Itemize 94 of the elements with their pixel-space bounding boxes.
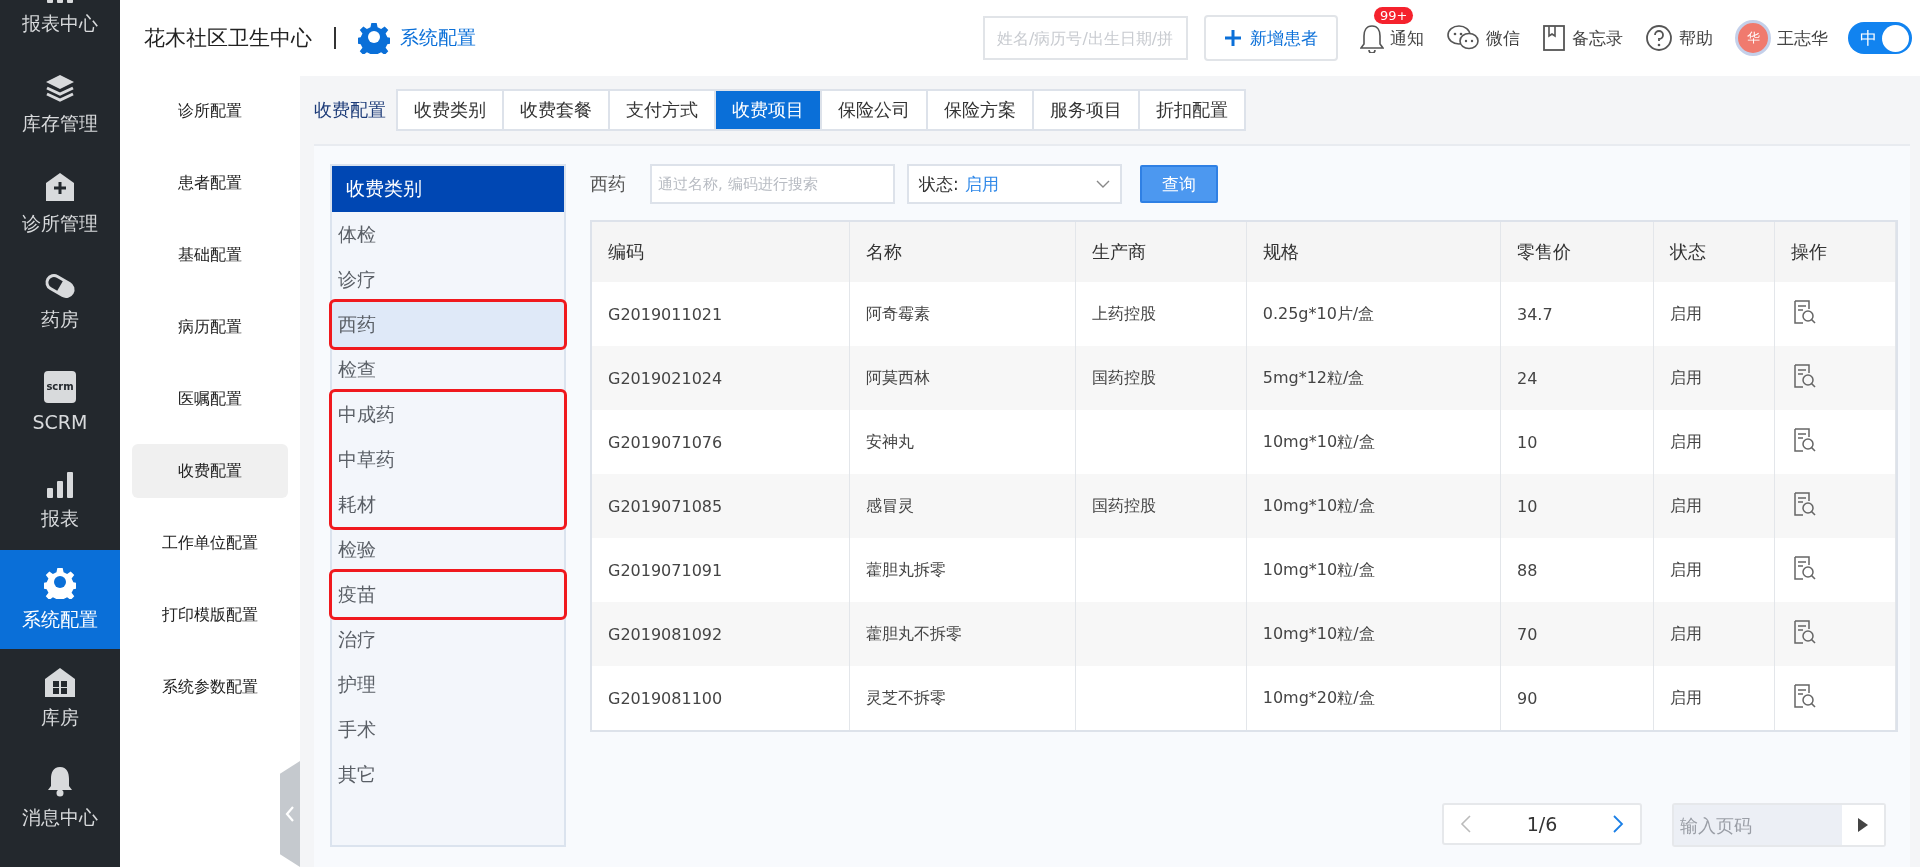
table-cell: 90 (1500, 666, 1654, 730)
layers-icon (44, 72, 76, 103)
column-header: 操作 (1774, 222, 1896, 282)
settings-menu-item[interactable]: 工作单位配置 (132, 516, 288, 570)
column-header: 编码 (592, 222, 850, 282)
column-header: 状态 (1653, 222, 1775, 282)
org-name: 花木社区卫生中心 (144, 25, 312, 52)
nav-label: 库房 (41, 704, 79, 730)
settings-menu-item[interactable]: 基础配置 (132, 228, 288, 282)
settings-menu-item[interactable]: 医嘱配置 (132, 372, 288, 426)
category-item[interactable]: 西药 (332, 302, 564, 347)
nav-item[interactable]: 消息中心 (0, 748, 120, 847)
category-item[interactable]: 其它 (332, 752, 564, 797)
column-header: 规格 (1246, 222, 1501, 282)
settings-menu-item[interactable]: 患者配置 (132, 156, 288, 210)
category-header: 收费类别 (332, 166, 564, 212)
filter-title: 西药 (590, 172, 626, 196)
bell-icon (1360, 23, 1384, 53)
chevron-down-icon (1096, 180, 1110, 188)
tab[interactable]: 折扣配置 (1138, 89, 1246, 131)
tabs-title: 收费配置 (314, 98, 386, 122)
pill-icon (43, 272, 77, 299)
toolbar-label[interactable]: 帮助 (1679, 26, 1713, 50)
book-icon (1542, 24, 1566, 52)
nav-label: 诊所管理 (22, 210, 98, 236)
category-item[interactable]: 手术 (332, 707, 564, 752)
column-header: 零售价 (1500, 222, 1654, 282)
category-item[interactable]: 治疗 (332, 617, 564, 662)
settings-menu-item[interactable]: 诊所配置 (132, 84, 288, 138)
bar-chart-icon (45, 469, 75, 498)
nav-item[interactable]: 报表中心 (0, 0, 120, 55)
tab[interactable]: 收费套餐 (502, 89, 610, 131)
settings-menu-item[interactable]: 收费配置 (132, 444, 288, 498)
settings-menu-item[interactable]: 病历配置 (132, 300, 288, 354)
nav-item[interactable]: 药房 (0, 253, 120, 352)
chat-icon (1446, 24, 1480, 52)
nav-item[interactable]: 报表 (0, 451, 120, 550)
plus-icon (1224, 29, 1242, 47)
add-patient-button[interactable]: 新增患者 (1204, 15, 1338, 61)
tab[interactable]: 保险方案 (926, 89, 1034, 131)
table-cell: 10mg*20粒/盒 (1246, 666, 1501, 730)
gear-icon (358, 22, 390, 54)
house-plus-icon (44, 170, 76, 203)
toolbar-label[interactable]: 备忘录 (1572, 26, 1623, 50)
collapse-handle[interactable] (280, 761, 300, 867)
nav-label: 报表中心 (22, 10, 98, 36)
tab[interactable]: 收费项目 (714, 89, 822, 131)
tab[interactable]: 保险公司 (820, 89, 928, 131)
tab[interactable]: 服务项目 (1032, 89, 1140, 131)
search-field[interactable]: 通过名称, 编码进行搜索 (650, 164, 895, 204)
status-select[interactable]: 状态: 启用 (907, 164, 1122, 204)
scrm-icon: scrm (44, 370, 76, 403)
help-icon (1645, 24, 1673, 52)
nav-label: SCRM (32, 410, 88, 433)
chevron-right-icon[interactable] (1612, 814, 1624, 834)
category-item[interactable]: 中成药 (332, 392, 564, 437)
language-toggle[interactable]: 中 (1848, 22, 1912, 54)
nav-item[interactable]: scrm SCRM (0, 352, 120, 451)
column-header: 名称 (849, 222, 1076, 282)
category-item[interactable]: 耗材 (332, 482, 564, 527)
chevron-left-icon (285, 805, 295, 823)
category-item[interactable]: 体检 (332, 212, 564, 257)
category-item[interactable]: 检查 (332, 347, 564, 392)
page-indicator: 1/6 (1526, 813, 1558, 835)
category-item[interactable]: 检验 (332, 527, 564, 572)
notification-badge: 99+ (1374, 7, 1414, 24)
settings-menu-item[interactable]: 系统参数配置 (132, 660, 288, 714)
category-item[interactable]: 诊疗 (332, 257, 564, 302)
tab[interactable]: 支付方式 (608, 89, 716, 131)
nav-item[interactable]: 库存管理 (0, 55, 120, 154)
settings-menu-item[interactable]: 打印模版配置 (132, 588, 288, 642)
bell-icon (46, 764, 74, 797)
table-cell: 启用 (1653, 666, 1775, 730)
category-item[interactable]: 疫苗 (332, 572, 564, 617)
user-name[interactable]: 王志华 (1777, 26, 1828, 50)
nav-item[interactable]: 库房 (0, 649, 120, 748)
nav-item[interactable]: 诊所管理 (0, 154, 120, 253)
nav-label: 消息中心 (22, 804, 98, 830)
gear-icon (44, 566, 76, 599)
table-cell: 灵芝不拆零 (849, 666, 1076, 730)
toolbar-label[interactable]: 通知 (1390, 26, 1424, 50)
nav-label: 系统配置 (22, 606, 98, 632)
tab[interactable]: 收费类别 (396, 89, 504, 131)
nav-label: 报表 (41, 505, 79, 531)
section-title: 系统配置 (400, 25, 476, 50)
table-cell: G2019081100 (592, 666, 850, 730)
category-item[interactable]: 中草药 (332, 437, 564, 482)
warehouse-icon (44, 666, 76, 697)
nav-label: 药房 (41, 306, 79, 332)
column-header: 生产商 (1075, 222, 1247, 282)
toolbar-label[interactable]: 微信 (1486, 26, 1520, 50)
nav-item[interactable]: 系统配置 (0, 550, 120, 649)
category-item[interactable]: 护理 (332, 662, 564, 707)
nav-label: 库存管理 (22, 110, 98, 136)
